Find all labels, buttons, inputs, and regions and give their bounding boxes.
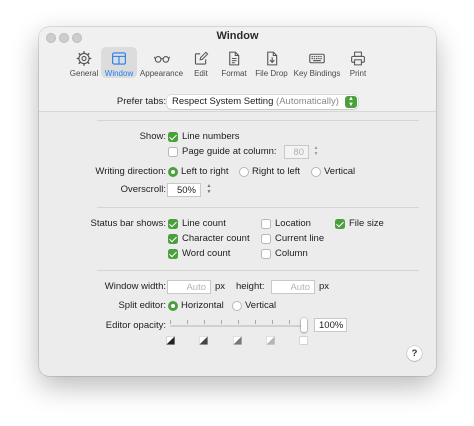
tab-appearance[interactable]: Appearance (137, 47, 186, 78)
document-arrow-icon (266, 51, 277, 66)
page-guide-stepper[interactable]: ▲ ▼ (312, 145, 320, 159)
slider-tick (187, 320, 188, 324)
prefer-tabs-popup[interactable]: Respect System Setting (Automatically) ▲… (167, 95, 358, 109)
status-bar-label: Status bar shows: (90, 218, 166, 229)
tab-general[interactable]: General (67, 47, 101, 78)
tab-print[interactable]: Print (343, 47, 373, 78)
slider-tick (255, 320, 256, 324)
slider-tick (170, 320, 171, 324)
window-title: Window (216, 30, 259, 42)
window-height-unit: px (319, 281, 330, 292)
file-size-checkbox[interactable] (335, 219, 345, 229)
writing-direction-ltr-radio[interactable] (168, 167, 178, 177)
split-vertical-radio[interactable] (232, 301, 242, 311)
tab-file-drop[interactable]: File Drop (252, 47, 291, 78)
window-height-label: height: (236, 281, 265, 292)
split-horizontal-radio[interactable] (168, 301, 178, 311)
overscroll-field[interactable]: 50% (167, 183, 201, 197)
tab-print-label: Print (349, 69, 367, 78)
writing-direction-vertical-radio[interactable] (311, 167, 321, 177)
prefer-tabs-label: Prefer tabs: (116, 96, 166, 107)
chevron-updown-icon: ▲ ▼ (345, 96, 357, 108)
column-label: Column (275, 248, 308, 259)
separator (97, 270, 419, 271)
tab-file-drop-label: File Drop (255, 69, 288, 78)
slider-tick (204, 320, 205, 324)
overscroll-stepper[interactable]: ▲ ▼ (205, 183, 213, 197)
opacity-swatch-clear-icon (299, 336, 308, 345)
tab-edit-label: Edit (194, 69, 208, 78)
document-icon (229, 51, 240, 66)
page-guide-checkbox[interactable] (168, 147, 178, 157)
tab-appearance-label: Appearance (139, 69, 184, 78)
word-count-label: Word count (182, 248, 231, 259)
window-width-field[interactable]: Auto (167, 280, 211, 294)
current-line-checkbox[interactable] (261, 234, 271, 244)
tab-general-label: General (69, 69, 99, 78)
writing-direction-rtl-label: Right to left (252, 166, 301, 177)
slider-tick (238, 320, 239, 324)
split-vertical-label: Vertical (245, 300, 277, 311)
opacity-swatch-full-icon (166, 336, 175, 345)
tab-window[interactable]: Window (101, 47, 137, 78)
window-width-label: Window width: (104, 281, 166, 292)
current-line-label: Current line (275, 233, 325, 244)
printer-icon (351, 51, 365, 66)
show-label: Show: (139, 131, 166, 142)
gear-icon (76, 51, 92, 66)
writing-direction-rtl-radio[interactable] (239, 167, 249, 177)
slider-tick (272, 320, 273, 324)
tab-key-bindings[interactable]: Key Bindings (291, 47, 343, 78)
slider-tick (221, 320, 222, 324)
word-count-checkbox[interactable] (168, 249, 178, 259)
tab-key-bindings-label: Key Bindings (293, 69, 341, 78)
tab-edit[interactable]: Edit (186, 47, 216, 78)
opacity-slider-thumb[interactable] (301, 318, 307, 332)
prefer-tabs-value: Respect System Setting (172, 96, 274, 107)
separator (97, 120, 419, 121)
glasses-icon (153, 55, 170, 63)
opacity-swatch-low-icon (266, 336, 275, 345)
split-editor-label: Split editor: (118, 300, 166, 311)
character-count-checkbox[interactable] (168, 234, 178, 244)
window-icon (112, 52, 126, 65)
split-horizontal-label: Horizontal (181, 300, 224, 311)
keyboard-icon (309, 53, 325, 64)
tab-window-label: Window (104, 69, 134, 78)
file-size-label: File size (349, 218, 384, 229)
prefer-tabs-note: (Automatically) (276, 96, 339, 107)
editor-opacity-label: Editor opacity: (105, 320, 166, 331)
tab-format[interactable]: Format (216, 47, 252, 78)
preferences-window: Window General Window Appearance Edit Fo… (39, 27, 436, 376)
tab-format-label: Format (221, 69, 247, 78)
character-count-label: Character count (182, 233, 250, 244)
location-checkbox[interactable] (261, 219, 271, 229)
opacity-slider-track[interactable] (170, 325, 307, 327)
line-count-checkbox[interactable] (168, 219, 178, 229)
line-numbers-checkbox[interactable] (168, 132, 178, 142)
column-checkbox[interactable] (261, 249, 271, 259)
window-height-field[interactable]: Auto (271, 280, 315, 294)
page-guide-column-field[interactable]: 80 (284, 145, 309, 159)
opacity-value-field[interactable]: 100% (314, 318, 347, 332)
preferences-toolbar: General Window Appearance Edit Format Fi… (67, 47, 373, 78)
writing-direction-vertical-label: Vertical (324, 166, 356, 177)
opacity-swatch-mid-icon (233, 336, 242, 345)
overscroll-label: Overscroll: (120, 184, 166, 195)
line-count-label: Line count (182, 218, 226, 229)
location-label: Location (275, 218, 311, 229)
window-width-unit: px (215, 281, 226, 292)
pencil-square-icon (194, 51, 209, 65)
line-numbers-label: Line numbers (182, 131, 240, 142)
opacity-swatch-high-icon (199, 336, 208, 345)
writing-direction-ltr-label: Left to right (181, 166, 229, 177)
slider-tick (289, 320, 290, 324)
separator (97, 207, 419, 208)
page-guide-label: Page guide at column: (182, 146, 277, 157)
help-button[interactable]: ? (407, 346, 422, 361)
writing-direction-label: Writing direction: (95, 166, 166, 177)
